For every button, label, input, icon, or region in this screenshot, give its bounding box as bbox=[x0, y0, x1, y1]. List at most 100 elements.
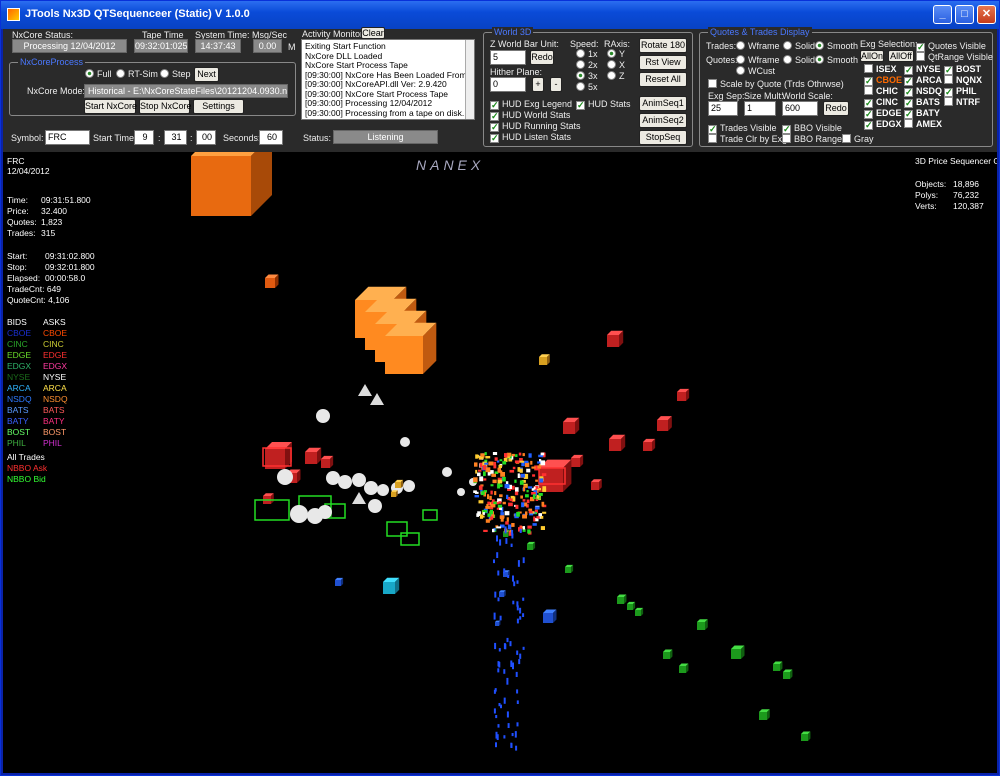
start-nxcore-button[interactable]: Start NxCore bbox=[84, 99, 137, 114]
animseq1-button[interactable]: AnimSeq1 bbox=[639, 96, 687, 111]
qtrange-visible-check[interactable]: QtRange Visible bbox=[916, 52, 993, 63]
speed-2x[interactable]: 2x bbox=[576, 60, 598, 71]
exg-check-nqnx[interactable]: NQNX bbox=[944, 75, 982, 86]
scale-by-quote-check[interactable]: Scale by Quote (Trds Othrwse) bbox=[708, 79, 844, 90]
bid-trail-particle bbox=[499, 539, 502, 546]
reset-all-button[interactable]: Reset All bbox=[639, 72, 687, 87]
center-particle bbox=[525, 511, 528, 516]
exg-check-isex[interactable]: ISEX bbox=[864, 64, 897, 75]
symbol-input[interactable]: FRC bbox=[45, 130, 90, 145]
stopseq-button[interactable]: StopSeq bbox=[639, 130, 687, 145]
bid-trail-particle bbox=[511, 733, 514, 737]
3d-viewport[interactable]: NANEX FRC 12/04/2012 Time: 09:31:51.800 … bbox=[3, 152, 997, 773]
green-cube-front bbox=[773, 664, 780, 671]
hud-stop-label: Stop: bbox=[7, 262, 27, 272]
start-hour-input[interactable]: 9 bbox=[134, 130, 154, 145]
hud-listen-stats-check[interactable]: ✓ HUD Listen Stats bbox=[490, 132, 571, 143]
radio-full[interactable]: Full bbox=[85, 69, 112, 80]
center-particle bbox=[540, 526, 545, 530]
red-cube-front bbox=[571, 458, 580, 467]
hud-running-stats-check[interactable]: ✓ HUD Running Stats bbox=[490, 121, 581, 132]
rst-view-button[interactable]: Rst View bbox=[639, 55, 687, 70]
start-second-input[interactable]: 00 bbox=[196, 130, 216, 145]
quotes-smooth[interactable]: Smooth bbox=[815, 55, 858, 66]
trades-smooth[interactable]: Smooth bbox=[815, 41, 858, 52]
exg-check-cinc[interactable]: ✓ CINC bbox=[864, 97, 898, 108]
animseq2-button[interactable]: AnimSeq2 bbox=[639, 113, 687, 128]
exg-check-phil[interactable]: ✓ PHIL bbox=[944, 86, 977, 97]
exg-check-amex[interactable]: AMEX bbox=[904, 119, 942, 130]
trade-clr-by-exg-check[interactable]: Trade Clr by Exg bbox=[708, 134, 787, 145]
trades-wframe[interactable]: Wframe bbox=[736, 41, 780, 52]
hither-minus-button[interactable]: - bbox=[550, 77, 562, 92]
hud-symbol: FRC bbox=[7, 156, 25, 166]
hud-exg-legend-check[interactable]: ✓ HUD Exg Legend bbox=[490, 99, 572, 110]
green-cube-front bbox=[565, 567, 571, 573]
exg-check-cboe[interactable]: ✓ CBOE bbox=[864, 75, 902, 86]
center-particle bbox=[487, 513, 491, 517]
quotes-visible-check[interactable]: ✓ Quotes Visible bbox=[916, 41, 986, 52]
seconds-input[interactable]: 60 bbox=[259, 130, 283, 145]
bid-trail-particle bbox=[495, 715, 498, 719]
center-particle bbox=[484, 462, 489, 465]
center-particle bbox=[541, 473, 547, 476]
activity-monitor-list[interactable]: Exiting Start Function NxCore DLL Loaded… bbox=[301, 39, 475, 120]
exg-check-baty[interactable]: ✓ BATY bbox=[904, 108, 940, 119]
quotes-solid[interactable]: Solid bbox=[783, 55, 815, 66]
exg-check-bost[interactable]: ✓ BOST bbox=[944, 64, 981, 75]
gray-check[interactable]: Gray bbox=[842, 134, 874, 145]
bid-trail-particle bbox=[495, 731, 498, 739]
raxis-z[interactable]: Z bbox=[607, 71, 625, 82]
raxis-x[interactable]: X bbox=[607, 60, 625, 71]
clear-button[interactable]: Clear bbox=[361, 27, 385, 39]
hud-world-stats-check[interactable]: ✓ HUD World Stats bbox=[490, 110, 570, 121]
legend-ask-baty: BATY bbox=[43, 416, 65, 426]
center-particle bbox=[483, 471, 486, 476]
z-redo-button[interactable]: Redo bbox=[530, 50, 554, 65]
settings-button[interactable]: Settings bbox=[193, 99, 244, 114]
speed-1x[interactable]: 1x bbox=[576, 49, 598, 60]
exg-sep-label: Exg Sep: bbox=[708, 91, 745, 101]
exg-sep-input[interactable]: 25 bbox=[708, 101, 738, 116]
bbo-visible-check[interactable]: ✓ BBO Visible bbox=[782, 123, 842, 134]
speed-3x[interactable]: 3x bbox=[576, 71, 598, 82]
world-scale-input[interactable]: 600 bbox=[782, 101, 818, 116]
exg-check-nyse[interactable]: ✓ NYSE bbox=[904, 64, 941, 75]
all-off-button[interactable]: AllOff bbox=[888, 50, 914, 62]
exg-selection-label: Exg Selection: bbox=[860, 39, 918, 49]
raxis-y[interactable]: Y bbox=[607, 49, 625, 60]
exg-check-ntrf[interactable]: NTRF bbox=[944, 97, 980, 108]
exg-check-edgx[interactable]: ✓ EDGX bbox=[864, 119, 902, 130]
radio-rtsim[interactable]: RT-Sim bbox=[116, 69, 158, 80]
maximize-icon[interactable]: □ bbox=[955, 5, 974, 24]
hither-input[interactable]: 0 bbox=[490, 77, 526, 92]
3d-scene[interactable] bbox=[3, 152, 997, 773]
exg-check-chic[interactable]: CHIC bbox=[864, 86, 898, 97]
speed-5x[interactable]: 5x bbox=[576, 82, 598, 93]
quotes-wcust[interactable]: WCust bbox=[736, 66, 775, 77]
hither-plus-button[interactable]: + bbox=[532, 77, 544, 92]
minimize-icon[interactable]: _ bbox=[933, 5, 952, 24]
trades-visible-check[interactable]: ✓ Trades Visible bbox=[708, 123, 777, 134]
exg-check-nsdq[interactable]: ✓ NSDQ bbox=[904, 86, 942, 97]
exg-check-edge[interactable]: ✓ EDGE bbox=[864, 108, 902, 119]
all-on-button[interactable]: AllOn bbox=[860, 50, 884, 62]
title-bar[interactable]: JTools Nx3D QTSequenceer (Static) V 1.0.… bbox=[1, 1, 999, 29]
quotes-wframe[interactable]: Wframe bbox=[736, 55, 780, 66]
green-cube-front bbox=[697, 622, 705, 630]
size-mult-input[interactable]: 1 bbox=[744, 101, 776, 116]
rotate-180-button[interactable]: Rotate 180 bbox=[639, 38, 687, 53]
radio-step[interactable]: Step bbox=[160, 69, 191, 80]
bbo-range-check[interactable]: BBO Range bbox=[782, 134, 842, 145]
world-scale-redo-button[interactable]: Redo bbox=[823, 101, 849, 116]
trades-solid[interactable]: Solid bbox=[783, 41, 815, 52]
start-minute-input[interactable]: 31 bbox=[164, 130, 187, 145]
next-button[interactable]: Next bbox=[194, 67, 219, 82]
activity-scrollbar[interactable] bbox=[465, 40, 474, 119]
stop-nxcore-button[interactable]: Stop NxCore bbox=[139, 99, 192, 114]
exg-check-arca[interactable]: ✓ ARCA bbox=[904, 75, 942, 86]
z-unit-input[interactable]: 5 bbox=[490, 50, 526, 65]
hud-stats-check[interactable]: ✓ HUD Stats bbox=[576, 99, 631, 110]
close-icon[interactable]: ✕ bbox=[977, 5, 996, 24]
exg-check-bats[interactable]: ✓ BATS bbox=[904, 97, 940, 108]
